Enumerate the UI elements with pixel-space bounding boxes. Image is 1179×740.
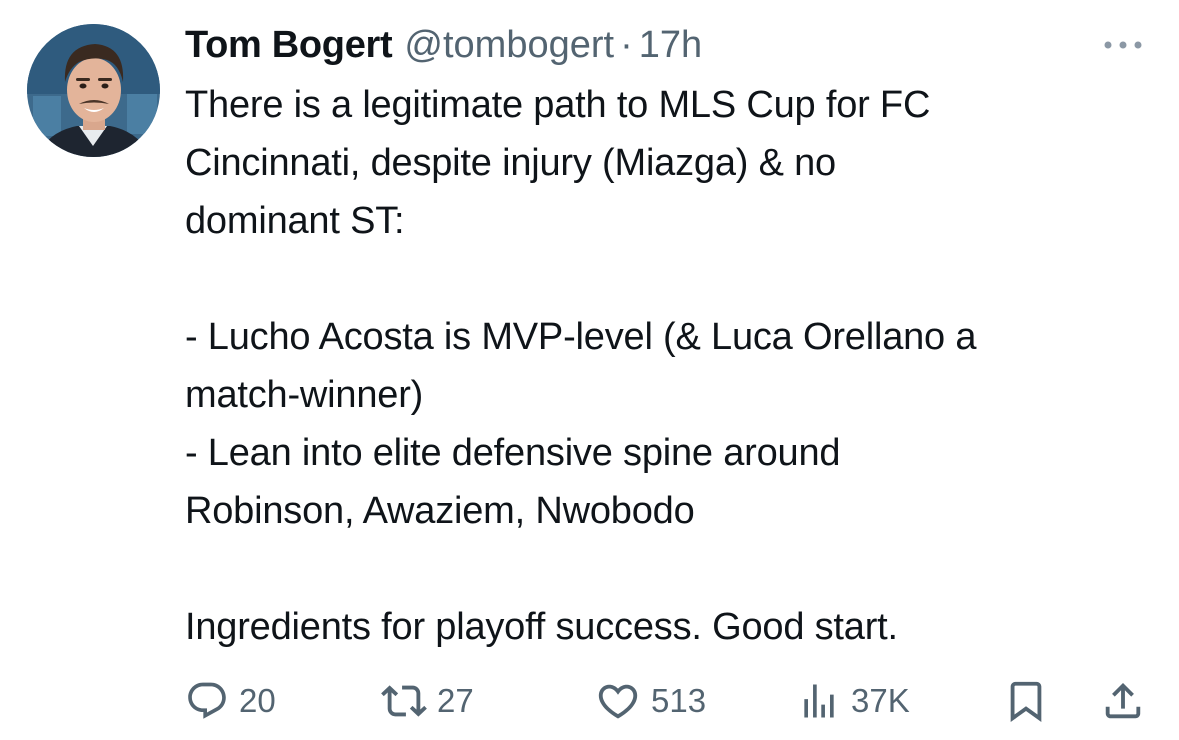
tweet-text-line: match-winner) [185, 374, 424, 416]
tweet-text: There is a legitimate path to MLS Cup fo… [185, 76, 1165, 656]
like-button[interactable]: 513 [595, 672, 706, 730]
tweet-text-line: - Lean into elite defensive spine around [185, 432, 841, 474]
tweet-header: Tom Bogert @tombogert · 17h [185, 18, 702, 72]
reply-button[interactable]: 20 [185, 672, 276, 730]
tweet-text-line [185, 540, 1165, 598]
author-name[interactable]: Tom Bogert [185, 18, 393, 72]
share-icon [1105, 682, 1141, 719]
tweet-text-line: Cincinnati, despite injury (Miazga) & no [185, 142, 836, 184]
reply-icon [188, 682, 226, 719]
bookmark-icon [1010, 681, 1042, 722]
bookmark-button[interactable] [1003, 672, 1049, 730]
heart-icon [598, 684, 638, 719]
avatar[interactable] [27, 24, 160, 157]
share-button[interactable] [1100, 672, 1146, 730]
tweet-text-line: - Lucho Acosta is MVP-level (& Luca Orel… [185, 316, 977, 358]
repost-icon [381, 685, 427, 717]
tweet-text-line: There is a legitimate path to MLS Cup fo… [185, 84, 931, 126]
tweet-actions: 20 27 513 37K [185, 672, 1155, 730]
reply-count: 20 [239, 682, 276, 719]
repost-button[interactable]: 27 [381, 672, 474, 730]
tweet-text-line [185, 250, 1165, 308]
separator-dot: · [620, 24, 633, 66]
tweet-text-line: Ingredients for playoff success. Good st… [185, 606, 898, 648]
tweet-time[interactable]: 17h [639, 18, 702, 72]
tweet-text-line: Robinson, Awaziem, Nwobodo [185, 490, 695, 532]
views-chart-icon [804, 684, 834, 718]
views-button[interactable]: 37K [797, 672, 910, 730]
tweet: Tom Bogert @tombogert · 17h There is a l… [0, 0, 1179, 740]
like-count: 513 [651, 682, 707, 719]
avatar-image [27, 24, 160, 157]
repost-count: 27 [437, 682, 474, 719]
tweet-text-line: dominant ST: [185, 200, 405, 242]
author-handle[interactable]: @tombogert [404, 18, 614, 72]
views-count: 37K [851, 682, 910, 719]
more-icon [1104, 41, 1142, 49]
more-options-button[interactable] [1098, 30, 1148, 60]
